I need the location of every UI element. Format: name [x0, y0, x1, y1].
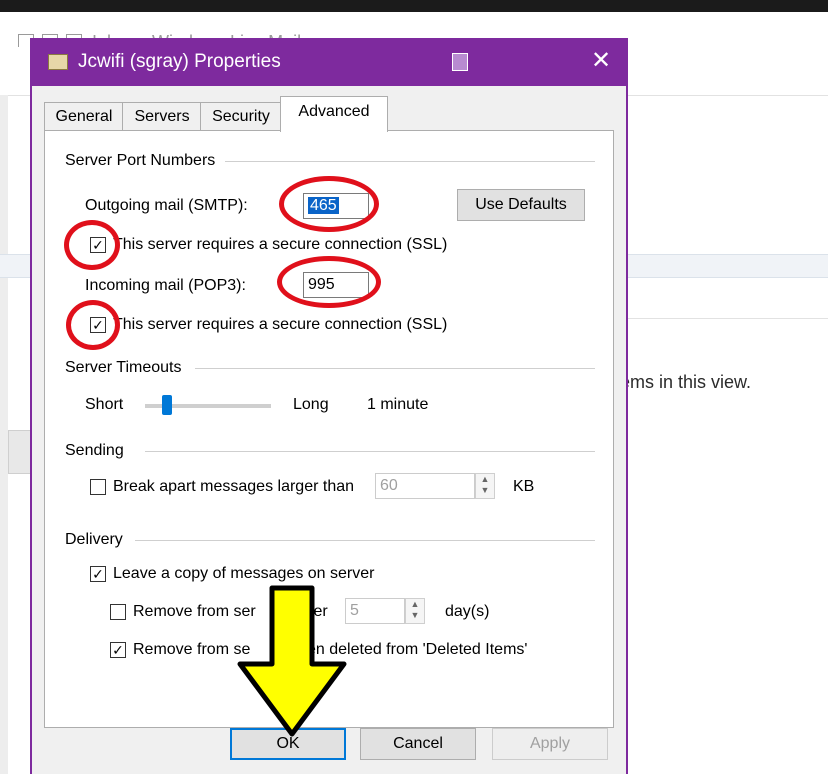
tab-advanced[interactable]: Advanced — [280, 96, 388, 132]
annotation-arrow — [237, 585, 347, 737]
annotation-arrow-shape — [237, 585, 347, 737]
